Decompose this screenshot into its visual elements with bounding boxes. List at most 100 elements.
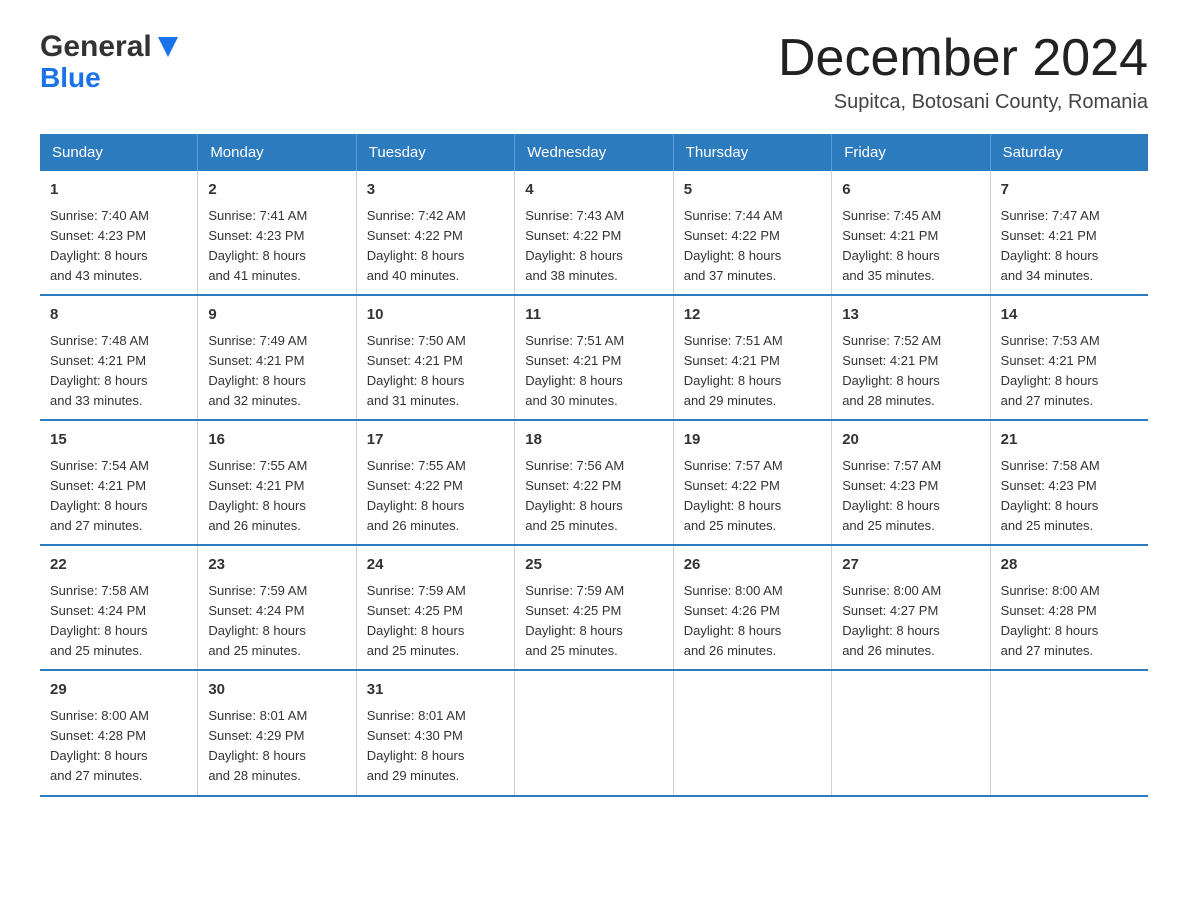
day-number: 12 xyxy=(684,304,821,327)
day-number: 25 xyxy=(525,554,662,577)
day-info: Sunrise: 7:50 AMSunset: 4:21 PMDaylight:… xyxy=(367,331,504,412)
calendar-cell: 18 Sunrise: 7:56 AMSunset: 4:22 PMDayligh… xyxy=(515,420,673,545)
day-info: Sunrise: 8:01 AMSunset: 4:30 PMDaylight:… xyxy=(367,706,504,787)
day-info: Sunrise: 7:51 AMSunset: 4:21 PMDaylight:… xyxy=(525,331,662,412)
day-info: Sunrise: 7:55 AMSunset: 4:22 PMDaylight:… xyxy=(367,456,504,537)
calendar-cell: 28Sunrise: 8:00 AMSunset: 4:28 PMDayligh… xyxy=(990,545,1148,670)
day-info: Sunrise: 7:55 AMSunset: 4:21 PMDaylight:… xyxy=(208,456,345,537)
calendar-cell: 13Sunrise: 7:52 AMSunset: 4:21 PMDayligh… xyxy=(832,295,990,420)
calendar-cell xyxy=(832,670,990,795)
calendar-cell: 5 Sunrise: 7:44 AMSunset: 4:22 PMDaylight… xyxy=(673,171,831,295)
calendar-cell: 30 Sunrise: 8:01 AMSunset: 4:29 PMDayligh… xyxy=(198,670,356,795)
day-number: 21 xyxy=(1001,429,1138,452)
title-block: December 2024 Supitca, Botosani County, … xyxy=(778,30,1148,114)
day-number: 20 xyxy=(842,429,979,452)
day-info: Sunrise: 7:58 AMSunset: 4:23 PMDaylight:… xyxy=(1001,456,1138,537)
calendar-cell: 9 Sunrise: 7:49 AMSunset: 4:21 PMDaylight… xyxy=(198,295,356,420)
day-info: Sunrise: 8:00 AMSunset: 4:27 PMDaylight:… xyxy=(842,581,979,662)
day-number: 24 xyxy=(367,554,504,577)
col-header-saturday: Saturday xyxy=(990,134,1148,171)
col-header-tuesday: Tuesday xyxy=(356,134,514,171)
calendar-cell: 8 Sunrise: 7:48 AMSunset: 4:21 PMDaylight… xyxy=(40,295,198,420)
day-info: Sunrise: 7:57 AMSunset: 4:22 PMDaylight:… xyxy=(684,456,821,537)
calendar-cell: 6 Sunrise: 7:45 AMSunset: 4:21 PMDaylight… xyxy=(832,171,990,295)
day-info: Sunrise: 7:57 AMSunset: 4:23 PMDaylight:… xyxy=(842,456,979,537)
day-number: 1 xyxy=(50,179,187,202)
calendar-cell: 12Sunrise: 7:51 AMSunset: 4:21 PMDayligh… xyxy=(673,295,831,420)
day-number: 5 xyxy=(684,179,821,202)
day-info: Sunrise: 7:48 AMSunset: 4:21 PMDaylight:… xyxy=(50,331,187,412)
day-number: 7 xyxy=(1001,179,1138,202)
calendar-cell: 22 Sunrise: 7:58 AMSunset: 4:24 PMDayligh… xyxy=(40,545,198,670)
calendar-cell: 14Sunrise: 7:53 AMSunset: 4:21 PMDayligh… xyxy=(990,295,1148,420)
day-number: 14 xyxy=(1001,304,1138,327)
day-number: 8 xyxy=(50,304,187,327)
day-info: Sunrise: 7:56 AMSunset: 4:22 PMDaylight:… xyxy=(525,456,662,537)
day-number: 11 xyxy=(525,304,662,327)
calendar-row: 8 Sunrise: 7:48 AMSunset: 4:21 PMDaylight… xyxy=(40,295,1148,420)
day-number: 31 xyxy=(367,679,504,702)
col-header-monday: Monday xyxy=(198,134,356,171)
calendar-cell: 3Sunrise: 7:42 AMSunset: 4:22 PMDaylight… xyxy=(356,171,514,295)
calendar-cell: 24 Sunrise: 7:59 AMSunset: 4:25 PMDayligh… xyxy=(356,545,514,670)
calendar-cell: 11 Sunrise: 7:51 AMSunset: 4:21 PMDayligh… xyxy=(515,295,673,420)
day-info: Sunrise: 7:40 AMSunset: 4:23 PMDaylight:… xyxy=(50,206,187,287)
day-number: 2 xyxy=(208,179,345,202)
day-number: 26 xyxy=(684,554,821,577)
day-number: 10 xyxy=(367,304,504,327)
calendar-cell: 21 Sunrise: 7:58 AMSunset: 4:23 PMDayligh… xyxy=(990,420,1148,545)
day-info: Sunrise: 7:44 AMSunset: 4:22 PMDaylight:… xyxy=(684,206,821,287)
calendar-cell: 2Sunrise: 7:41 AMSunset: 4:23 PMDaylight… xyxy=(198,171,356,295)
day-number: 19 xyxy=(684,429,821,452)
day-info: Sunrise: 7:59 AMSunset: 4:25 PMDaylight:… xyxy=(367,581,504,662)
day-number: 13 xyxy=(842,304,979,327)
calendar-cell: 23 Sunrise: 7:59 AMSunset: 4:24 PMDayligh… xyxy=(198,545,356,670)
calendar-cell xyxy=(515,670,673,795)
day-info: Sunrise: 8:00 AMSunset: 4:28 PMDaylight:… xyxy=(50,706,187,787)
calendar-cell: 16 Sunrise: 7:55 AMSunset: 4:21 PMDayligh… xyxy=(198,420,356,545)
calendar-cell: 27Sunrise: 8:00 AMSunset: 4:27 PMDayligh… xyxy=(832,545,990,670)
calendar-cell: 4Sunrise: 7:43 AMSunset: 4:22 PMDaylight… xyxy=(515,171,673,295)
logo-triangle-icon xyxy=(154,33,182,61)
calendar-cell: 26 Sunrise: 8:00 AMSunset: 4:26 PMDayligh… xyxy=(673,545,831,670)
calendar-table: SundayMondayTuesdayWednesdayThursdayFrid… xyxy=(40,134,1148,796)
day-info: Sunrise: 8:00 AMSunset: 4:26 PMDaylight:… xyxy=(684,581,821,662)
calendar-row: 29 Sunrise: 8:00 AMSunset: 4:28 PMDayligh… xyxy=(40,670,1148,795)
col-header-friday: Friday xyxy=(832,134,990,171)
day-info: Sunrise: 7:43 AMSunset: 4:22 PMDaylight:… xyxy=(525,206,662,287)
col-header-thursday: Thursday xyxy=(673,134,831,171)
calendar-cell: 1 Sunrise: 7:40 AMSunset: 4:23 PMDaylight… xyxy=(40,171,198,295)
calendar-row: 15Sunrise: 7:54 AMSunset: 4:21 PMDayligh… xyxy=(40,420,1148,545)
calendar-cell: 25 Sunrise: 7:59 AMSunset: 4:25 PMDayligh… xyxy=(515,545,673,670)
calendar-cell: 19 Sunrise: 7:57 AMSunset: 4:22 PMDayligh… xyxy=(673,420,831,545)
day-info: Sunrise: 7:49 AMSunset: 4:21 PMDaylight:… xyxy=(208,331,345,412)
day-number: 18 xyxy=(525,429,662,452)
calendar-cell: 20 Sunrise: 7:57 AMSunset: 4:23 PMDayligh… xyxy=(832,420,990,545)
day-number: 22 xyxy=(50,554,187,577)
day-info: Sunrise: 7:42 AMSunset: 4:22 PMDaylight:… xyxy=(367,206,504,287)
day-info: Sunrise: 8:01 AMSunset: 4:29 PMDaylight:… xyxy=(208,706,345,787)
day-info: Sunrise: 7:45 AMSunset: 4:21 PMDaylight:… xyxy=(842,206,979,287)
calendar-cell: 7Sunrise: 7:47 AMSunset: 4:21 PMDaylight… xyxy=(990,171,1148,295)
day-info: Sunrise: 7:59 AMSunset: 4:25 PMDaylight:… xyxy=(525,581,662,662)
day-info: Sunrise: 7:58 AMSunset: 4:24 PMDaylight:… xyxy=(50,581,187,662)
calendar-cell xyxy=(673,670,831,795)
day-info: Sunrise: 7:59 AMSunset: 4:24 PMDaylight:… xyxy=(208,581,345,662)
page-subtitle: Supitca, Botosani County, Romania xyxy=(778,91,1148,114)
logo-general: General xyxy=(40,30,152,64)
col-header-wednesday: Wednesday xyxy=(515,134,673,171)
page-header: General Blue December 2024 Supitca, Boto… xyxy=(40,30,1148,114)
day-number: 23 xyxy=(208,554,345,577)
day-number: 9 xyxy=(208,304,345,327)
calendar-cell: 31 Sunrise: 8:01 AMSunset: 4:30 PMDayligh… xyxy=(356,670,514,795)
day-number: 16 xyxy=(208,429,345,452)
day-number: 29 xyxy=(50,679,187,702)
day-number: 30 xyxy=(208,679,345,702)
calendar-row: 1 Sunrise: 7:40 AMSunset: 4:23 PMDaylight… xyxy=(40,171,1148,295)
calendar-cell: 29 Sunrise: 8:00 AMSunset: 4:28 PMDayligh… xyxy=(40,670,198,795)
day-number: 17 xyxy=(367,429,504,452)
day-number: 6 xyxy=(842,179,979,202)
day-number: 15 xyxy=(50,429,187,452)
calendar-cell: 10 Sunrise: 7:50 AMSunset: 4:21 PMDayligh… xyxy=(356,295,514,420)
page-title: December 2024 xyxy=(778,30,1148,87)
